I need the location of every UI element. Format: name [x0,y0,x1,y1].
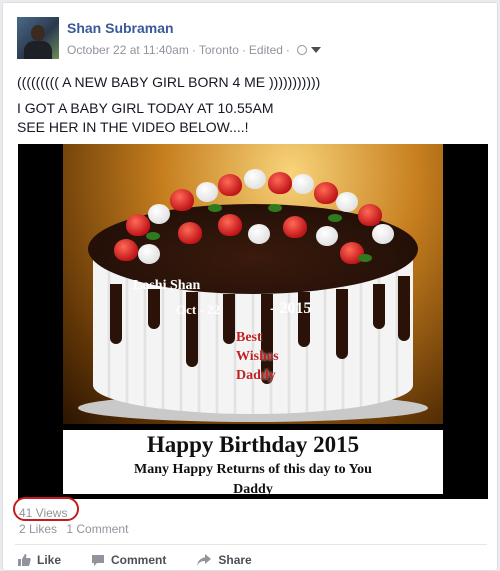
cake-name-text: Loshi Shan [133,278,201,293]
post-card: Shan Subraman October 22 at 11:40am · Toro… [2,2,498,571]
edited-link[interactable]: Edited [249,43,283,57]
post-text-line: ((((((((( A NEW BABY GIRL BORN 4 ME ))))… [17,74,321,90]
speech-bubble-icon [92,555,105,566]
share-button[interactable]: Share [196,553,252,567]
divider [15,544,487,545]
views-count: 41 Views [19,506,68,520]
post-text-line: SEE HER IN THE VIDEO BELOW....! [17,119,249,135]
banner-title: Happy Birthday 2015 [146,432,360,457]
avatar[interactable] [17,17,59,59]
like-button[interactable]: Like [17,553,61,567]
video-player[interactable]: Loshi Shan Oct - 22 - 2015 Best Wishes D… [18,144,488,499]
cake-year-text: - 2015 [270,300,312,317]
cake-wish-text: Best Wishes Daddy [236,328,279,385]
wish-line: Best [236,330,262,345]
post-meta: October 22 at 11:40am · Toronto · Edited · [67,43,321,57]
globe-icon[interactable] [296,45,307,55]
post-text-line: I GOT A BABY GIRL TODAY AT 10.55AM [17,100,274,116]
share-arrow-icon [197,554,212,566]
engagement-stats: 2 Likes 1 Comment [19,522,128,536]
comments-count[interactable]: 1 Comment [66,522,128,536]
location-link[interactable]: Toronto [199,43,239,57]
banner-line: Many Happy Returns of this day to You [134,462,372,477]
thumbs-up-icon [18,554,31,566]
comment-label: Comment [111,553,167,567]
action-bar: Like Comment Share [17,553,282,567]
share-label: Share [218,553,252,567]
likes-count[interactable]: 2 Likes [19,522,57,536]
author-name[interactable]: Shan Subraman [67,20,174,36]
video-banner: Happy Birthday 2015 Many Happy Returns o… [63,430,443,497]
wish-line: Wishes [236,349,279,364]
post-text: ((((((((( A NEW BABY GIRL BORN 4 ME ))))… [17,73,320,137]
timestamp-link[interactable]: October 22 at 11:40am [67,43,189,57]
like-label: Like [37,553,62,567]
wish-line: Daddy [236,368,276,383]
chevron-down-icon[interactable] [310,47,321,53]
comment-button[interactable]: Comment [91,553,166,567]
cake-date-text: Oct - 22 [176,302,221,317]
banner-line: Daddy [233,482,273,497]
